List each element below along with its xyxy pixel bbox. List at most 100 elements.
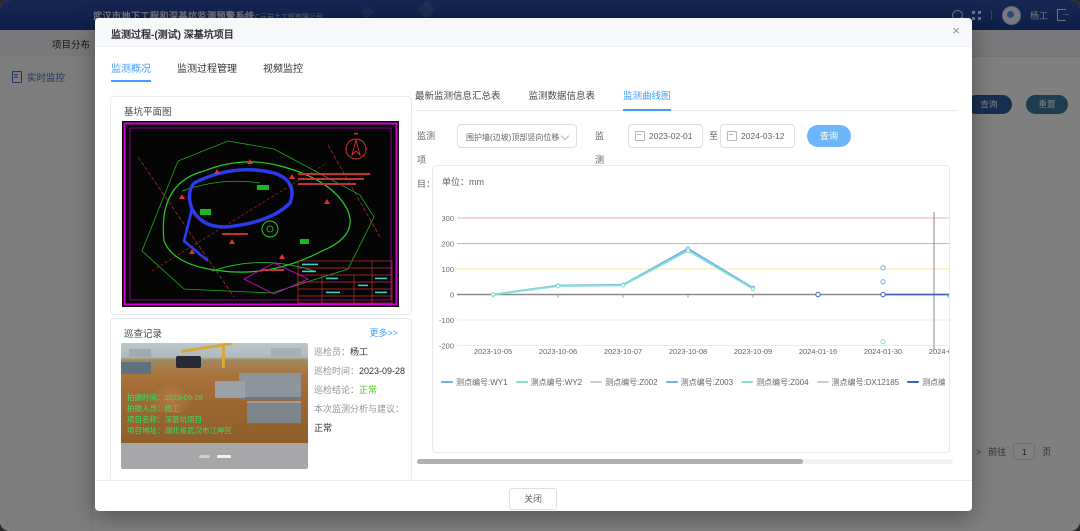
svg-text:2024-02-13: 2024-02-13 [929, 347, 950, 356]
carousel-dot-active[interactable] [217, 455, 231, 458]
svg-text:100: 100 [441, 265, 454, 274]
monitoring-process-dialog: 监测过程-(测试) 深基坑项目 × 监测概况 监测过程管理 视频监控 基坑平面图 [95, 18, 972, 511]
legend-item[interactable]: 测点编号:WY2 [516, 377, 583, 387]
field-label: 本次监测分析与建议： [314, 404, 404, 414]
monitor-line-chart[interactable]: 3002001000-100-2002023-10-052023-10-0620… [433, 206, 950, 358]
legend-item[interactable]: 测点编号:Z004 [741, 377, 808, 387]
legend-item[interactable]: 测点编号:Z003 [666, 377, 733, 387]
calendar-icon [635, 131, 645, 141]
date-from-input[interactable] [628, 124, 703, 148]
carousel-dot[interactable] [199, 455, 210, 458]
date-to-value[interactable] [741, 131, 797, 141]
scrollbar-thumb[interactable] [417, 459, 803, 464]
tab-监测数据信息表[interactable]: 监测数据信息表 [529, 88, 596, 110]
chart-query-button[interactable]: 查询 [807, 125, 851, 147]
field-label: 巡检时间： [314, 366, 359, 376]
chevron-down-icon [561, 132, 569, 140]
dialog-footer: 关闭 [95, 480, 972, 512]
photo-concrete-wall [239, 373, 301, 400]
unit-label: 单位：mm [442, 175, 484, 188]
close-button[interactable]: 关闭 [509, 488, 557, 510]
right-panel-tabs: 最新监测信息汇总表 监测数据信息表 监测曲线图 [415, 88, 958, 111]
legend-label: 测点编号:WY1 [456, 377, 508, 387]
field-value: 杨工 [350, 347, 368, 357]
legend-label: 测点编号:WY2 [531, 377, 583, 387]
legend-line-icon [441, 381, 453, 383]
photo-hoarding [121, 362, 151, 374]
legend-line-icon [666, 381, 678, 383]
legend-line-icon [817, 381, 829, 383]
tab-监测曲线图[interactable]: 监测曲线图 [623, 88, 671, 111]
chart-panel: 单位：mm 3002001000-100-2002023-10-052023-1… [432, 165, 950, 453]
pit-plan-title: 基坑平面图 [124, 104, 172, 118]
date-to-input[interactable] [720, 124, 795, 148]
svg-text:2023-10-08: 2023-10-08 [669, 347, 707, 356]
svg-text:2024-01-16: 2024-01-16 [799, 347, 837, 356]
inspection-photo-carousel[interactable]: 拍摄时间：2023-09-28拍摄人员：杨工项目名称：深基坑项目项目地址：湖北省… [121, 343, 308, 469]
horizontal-scrollbar[interactable] [417, 459, 953, 464]
svg-text:2023-10-06: 2023-10-06 [539, 347, 577, 356]
close-icon[interactable]: × [952, 23, 960, 38]
svg-text:-100: -100 [439, 316, 454, 325]
calendar-icon [727, 131, 737, 141]
svg-text:2023-10-07: 2023-10-07 [604, 347, 642, 356]
dialog-title: 监测过程-(测试) 深基坑项目 [111, 26, 234, 41]
monitor-item-select-value: 围护墙(边坡)顶部竖向位移 [466, 133, 559, 142]
field-value: 正常 [359, 385, 377, 395]
legend-label: 测点编号:Z002 [605, 377, 657, 387]
photo-crane-mast [222, 344, 225, 368]
svg-text:2024-01-30: 2024-01-30 [864, 347, 902, 356]
inspection-field: 本次监测分析与建议： [314, 400, 409, 419]
chart-legend: 测点编号:WY1 测点编号:WY2 测点编号:Z002 测点编号:Z003 测点编号:Z… [441, 370, 945, 386]
pit-plan-cad-image[interactable] [122, 121, 399, 307]
inspection-record-card: 巡查记录 更多>> 拍摄时间：2023-09-28拍摄人员：杨工项目名称：深基坑… [110, 318, 412, 481]
legend-label: 测点编号:Z004 [756, 377, 808, 387]
time-label: 监测时间 [595, 124, 604, 148]
to-label: 至 [709, 124, 718, 148]
legend-item[interactable]: 测点编号:Z001 [907, 377, 945, 387]
dialog-header: 监测过程-(测试) 深基坑项目 × [95, 18, 972, 47]
date-from-value[interactable] [649, 131, 705, 141]
tab-监测过程管理[interactable]: 监测过程管理 [177, 60, 237, 82]
svg-text:2023-10-05: 2023-10-05 [474, 347, 512, 356]
tab-最新监测信息汇总表[interactable]: 最新监测信息汇总表 [415, 88, 501, 110]
tab-视频监控[interactable]: 视频监控 [263, 60, 303, 82]
modal-tabs: 监测概况 监测过程管理 视频监控 [111, 60, 329, 82]
field-value: 2023-09-28 [359, 366, 405, 376]
watermark-line: 项目地址：湖北省武汉市江岸区 [127, 425, 232, 436]
monitor-item-select[interactable]: 围护墙(边坡)顶部竖向位移 [457, 124, 577, 148]
legend-label: 测点编号:DX12185 [832, 377, 900, 387]
watermark-line: 拍摄时间：2023-09-28 [127, 392, 232, 403]
legend-label: 测点编号:Z001 [922, 377, 945, 387]
legend-label: 测点编号:Z003 [681, 377, 733, 387]
legend-item[interactable]: 测点编号:Z002 [590, 377, 657, 387]
svg-text:-200: -200 [439, 341, 454, 350]
inspection-field: 巡检结论：正常 [314, 381, 409, 400]
field-value: 正常 [314, 423, 332, 433]
more-link[interactable]: 更多>> [369, 326, 398, 339]
inspection-field: 巡检时间：2023-09-28 [314, 362, 409, 381]
inspection-title: 巡查记录 [124, 326, 162, 340]
watermark-line: 项目名称：深基坑项目 [127, 414, 232, 425]
legend-line-icon [590, 381, 602, 383]
svg-text:2023-10-09: 2023-10-09 [734, 347, 772, 356]
svg-text:200: 200 [441, 239, 454, 248]
tab-监测概况[interactable]: 监测概况 [111, 60, 151, 82]
legend-item[interactable]: 测点编号:WY1 [441, 377, 508, 387]
pit-plan-card: 基坑平面图 [110, 96, 412, 315]
legend-line-icon [741, 381, 753, 383]
watermark-line: 拍摄人员：杨工 [127, 403, 232, 414]
inspection-field: 正常 [314, 419, 409, 438]
inspection-fields: 巡检员：杨工巡检时间：2023-09-28巡检结论：正常本次监测分析与建议：正常 [314, 343, 409, 438]
photo-building [271, 348, 301, 357]
field-label: 巡检员： [314, 347, 350, 357]
legend-line-icon [516, 381, 528, 383]
legend-line-icon [907, 381, 919, 383]
photo-truck [176, 356, 201, 368]
svg-text:300: 300 [441, 214, 454, 223]
inspection-field: 巡检员：杨工 [314, 343, 409, 362]
app-window: 武汉市地下工程和深基坑监测预警系统 湖北C元岩土工程有限公司 | 杨工 项目分布… [0, 0, 1080, 531]
carousel-bar [121, 443, 308, 469]
photo-building [129, 349, 151, 357]
legend-item[interactable]: 测点编号:DX12185 [817, 377, 900, 387]
